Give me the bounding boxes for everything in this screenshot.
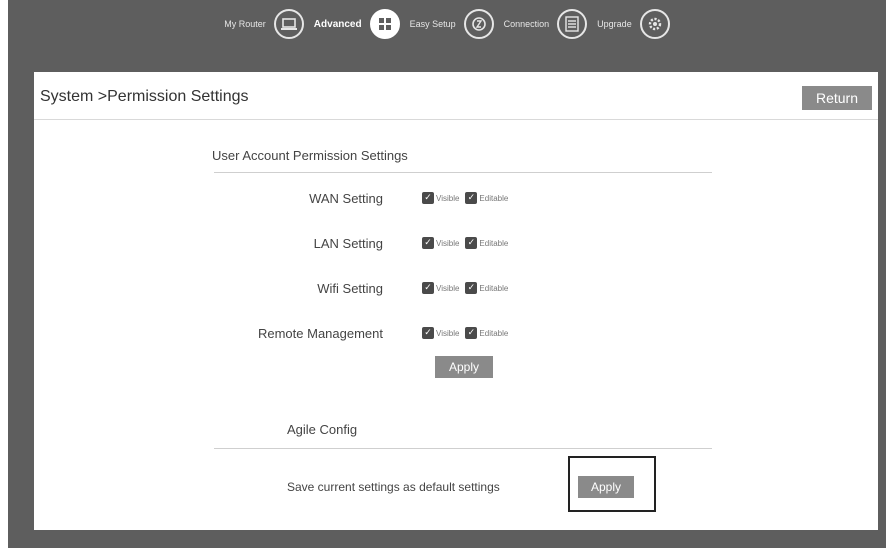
save-default-apply-button[interactable]: Apply [578,476,634,498]
checkbox-label: Editable [479,238,509,248]
checkbox-label: Visible [436,193,460,203]
nav-item-connection[interactable]: Connection [504,9,588,39]
checkbox-label: Visible [436,328,460,338]
checkbox-group: ✓ Visible ✓ Editable [422,192,514,204]
checkbox-label: Editable [479,193,509,203]
gear-icon[interactable] [639,9,670,39]
permission-row-wifi: Wifi Setting ✓ Visible ✓ Editable [34,279,878,299]
permission-row-lan: LAN Setting ✓ Visible ✓ Editable [34,234,878,254]
row-label: WAN Setting [309,191,383,206]
breadcrumb: System >Permission Settings [40,88,249,105]
row-label: Wifi Setting [317,281,383,296]
editable-checkbox[interactable]: ✓ [465,282,478,294]
nav-item-easy-setup[interactable]: Easy Setup [410,9,494,39]
editable-checkbox[interactable]: ✓ [465,192,478,204]
app-background: My Router Advanced Easy Setup Connection… [8,0,886,548]
permission-row-wan: WAN Setting ✓ Visible ✓ Editable [34,189,878,209]
return-button[interactable]: Return [802,86,872,110]
checkbox-group: ✓ Visible ✓ Editable [422,282,514,294]
nav-item-advanced[interactable]: Advanced [314,9,400,39]
row-label: LAN Setting [313,236,383,251]
grid-icon[interactable] [369,9,400,39]
nav-label: Easy Setup [409,19,456,29]
apply-permissions-button[interactable]: Apply [435,356,493,378]
editable-checkbox[interactable]: ✓ [465,327,478,339]
permission-row-remote-management: Remote Management ✓ Visible ✓ Editable [34,324,878,344]
checkbox-group: ✓ Visible ✓ Editable [422,237,514,249]
visible-checkbox[interactable]: ✓ [422,282,434,294]
panel-header: System >Permission Settings Return [34,72,878,120]
section-divider [214,448,712,449]
save-default-text: Save current settings as default setting… [287,480,500,494]
checkbox-group: ✓ Visible ✓ Editable [422,327,514,339]
nav-item-my-router[interactable]: My Router [224,9,304,39]
permission-settings-panel: System >Permission Settings Return User … [34,72,878,530]
laptop-icon[interactable] [273,9,304,39]
visible-checkbox[interactable]: ✓ [422,192,434,204]
list-icon[interactable] [557,9,588,39]
setup-icon[interactable] [463,9,494,39]
row-label: Remote Management [257,326,383,341]
nav-item-upgrade[interactable]: Upgrade [597,9,670,39]
agile-config-title: Agile Config [287,422,358,437]
checkbox-label: Visible [436,283,460,293]
nav-label: Connection [503,19,550,29]
top-navigation: My Router Advanced Easy Setup Connection… [8,0,886,48]
visible-checkbox[interactable]: ✓ [422,237,434,249]
user-permissions-title: User Account Permission Settings [212,148,408,163]
visible-checkbox[interactable]: ✓ [422,327,434,339]
checkbox-label: Editable [479,328,509,338]
section-divider [214,172,712,173]
checkbox-label: Visible [436,238,460,248]
checkbox-label: Editable [479,283,509,293]
nav-label: Advanced [313,18,362,30]
nav-label: Upgrade [597,19,632,29]
editable-checkbox[interactable]: ✓ [465,237,478,249]
nav-label: My Router [224,19,266,29]
